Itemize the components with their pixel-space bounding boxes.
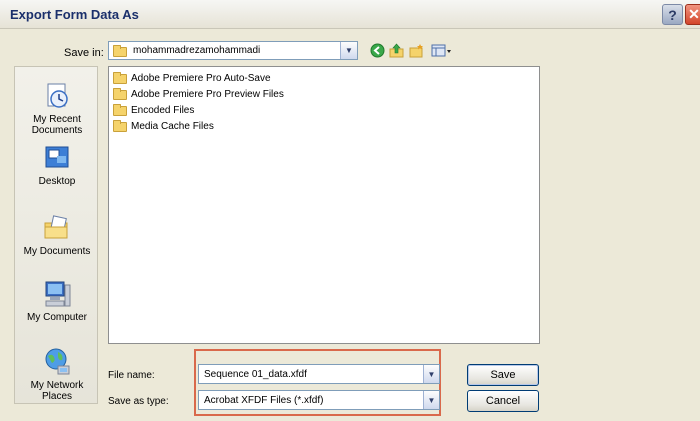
folder-icon (113, 119, 127, 132)
folder-icon (113, 71, 127, 84)
list-item[interactable]: Adobe Premiere Pro Preview Files (113, 87, 284, 103)
save-in-dropdown[interactable]: mohammadrezamohammadi ▼ (108, 41, 358, 60)
desktop-icon (42, 143, 72, 173)
list-item[interactable]: Media Cache Files (113, 119, 214, 135)
save-as-type-dropdown[interactable]: Acrobat XFDF Files (*.xfdf) ▼ (198, 390, 440, 410)
help-icon[interactable]: ? (662, 4, 683, 25)
window-title: Export Form Data As (10, 7, 139, 22)
my-documents-icon (42, 213, 72, 243)
folder-icon (113, 103, 127, 116)
place-desktop[interactable]: Desktop (15, 143, 99, 187)
view-menu-icon[interactable] (430, 42, 454, 58)
list-item[interactable]: Encoded Files (113, 103, 194, 119)
file-list[interactable]: Adobe Premiere Pro Auto-Save Adobe Premi… (108, 66, 540, 344)
place-my-network-places[interactable]: My Network Places (15, 347, 99, 402)
folder-icon (113, 87, 127, 100)
back-icon[interactable] (369, 42, 385, 58)
place-label: My Recent Documents (31, 114, 83, 136)
place-label: My Computer (26, 312, 87, 323)
my-computer-icon (42, 279, 72, 309)
cancel-button[interactable]: Cancel (467, 390, 539, 412)
file-name-value: Sequence 01_data.xfdf (204, 369, 307, 380)
place-my-documents[interactable]: My Documents (15, 213, 99, 257)
place-label: My Network Places (30, 380, 84, 402)
new-folder-icon[interactable] (408, 42, 424, 58)
folder-icon (113, 45, 127, 57)
save-in-label: Save in: (64, 47, 104, 59)
title-bar: Export Form Data As ? ✕ (0, 0, 700, 29)
place-label: Desktop (38, 176, 76, 187)
place-my-computer[interactable]: My Computer (15, 279, 99, 323)
file-name-label: File name: (108, 370, 155, 381)
recent-documents-icon (42, 81, 72, 111)
chevron-down-icon[interactable]: ▼ (340, 42, 357, 59)
list-item[interactable]: Adobe Premiere Pro Auto-Save (113, 71, 271, 87)
close-icon[interactable]: ✕ (685, 4, 700, 25)
save-button[interactable]: Save (467, 364, 539, 386)
chevron-down-icon[interactable]: ▼ (423, 365, 439, 383)
file-name-field[interactable]: Sequence 01_data.xfdf ▼ (198, 364, 440, 384)
place-label: My Documents (23, 246, 91, 257)
save-in-value: mohammadrezamohammadi (133, 45, 261, 56)
save-as-type-label: Save as type: (108, 396, 169, 407)
save-as-type-value: Acrobat XFDF Files (*.xfdf) (204, 395, 324, 406)
place-my-recent-documents[interactable]: My Recent Documents (15, 81, 99, 136)
up-folder-icon[interactable] (388, 42, 404, 58)
chevron-down-icon[interactable]: ▼ (423, 391, 439, 409)
places-bar: My Recent Documents Desktop My Documents… (14, 66, 98, 404)
network-places-icon (42, 347, 72, 377)
